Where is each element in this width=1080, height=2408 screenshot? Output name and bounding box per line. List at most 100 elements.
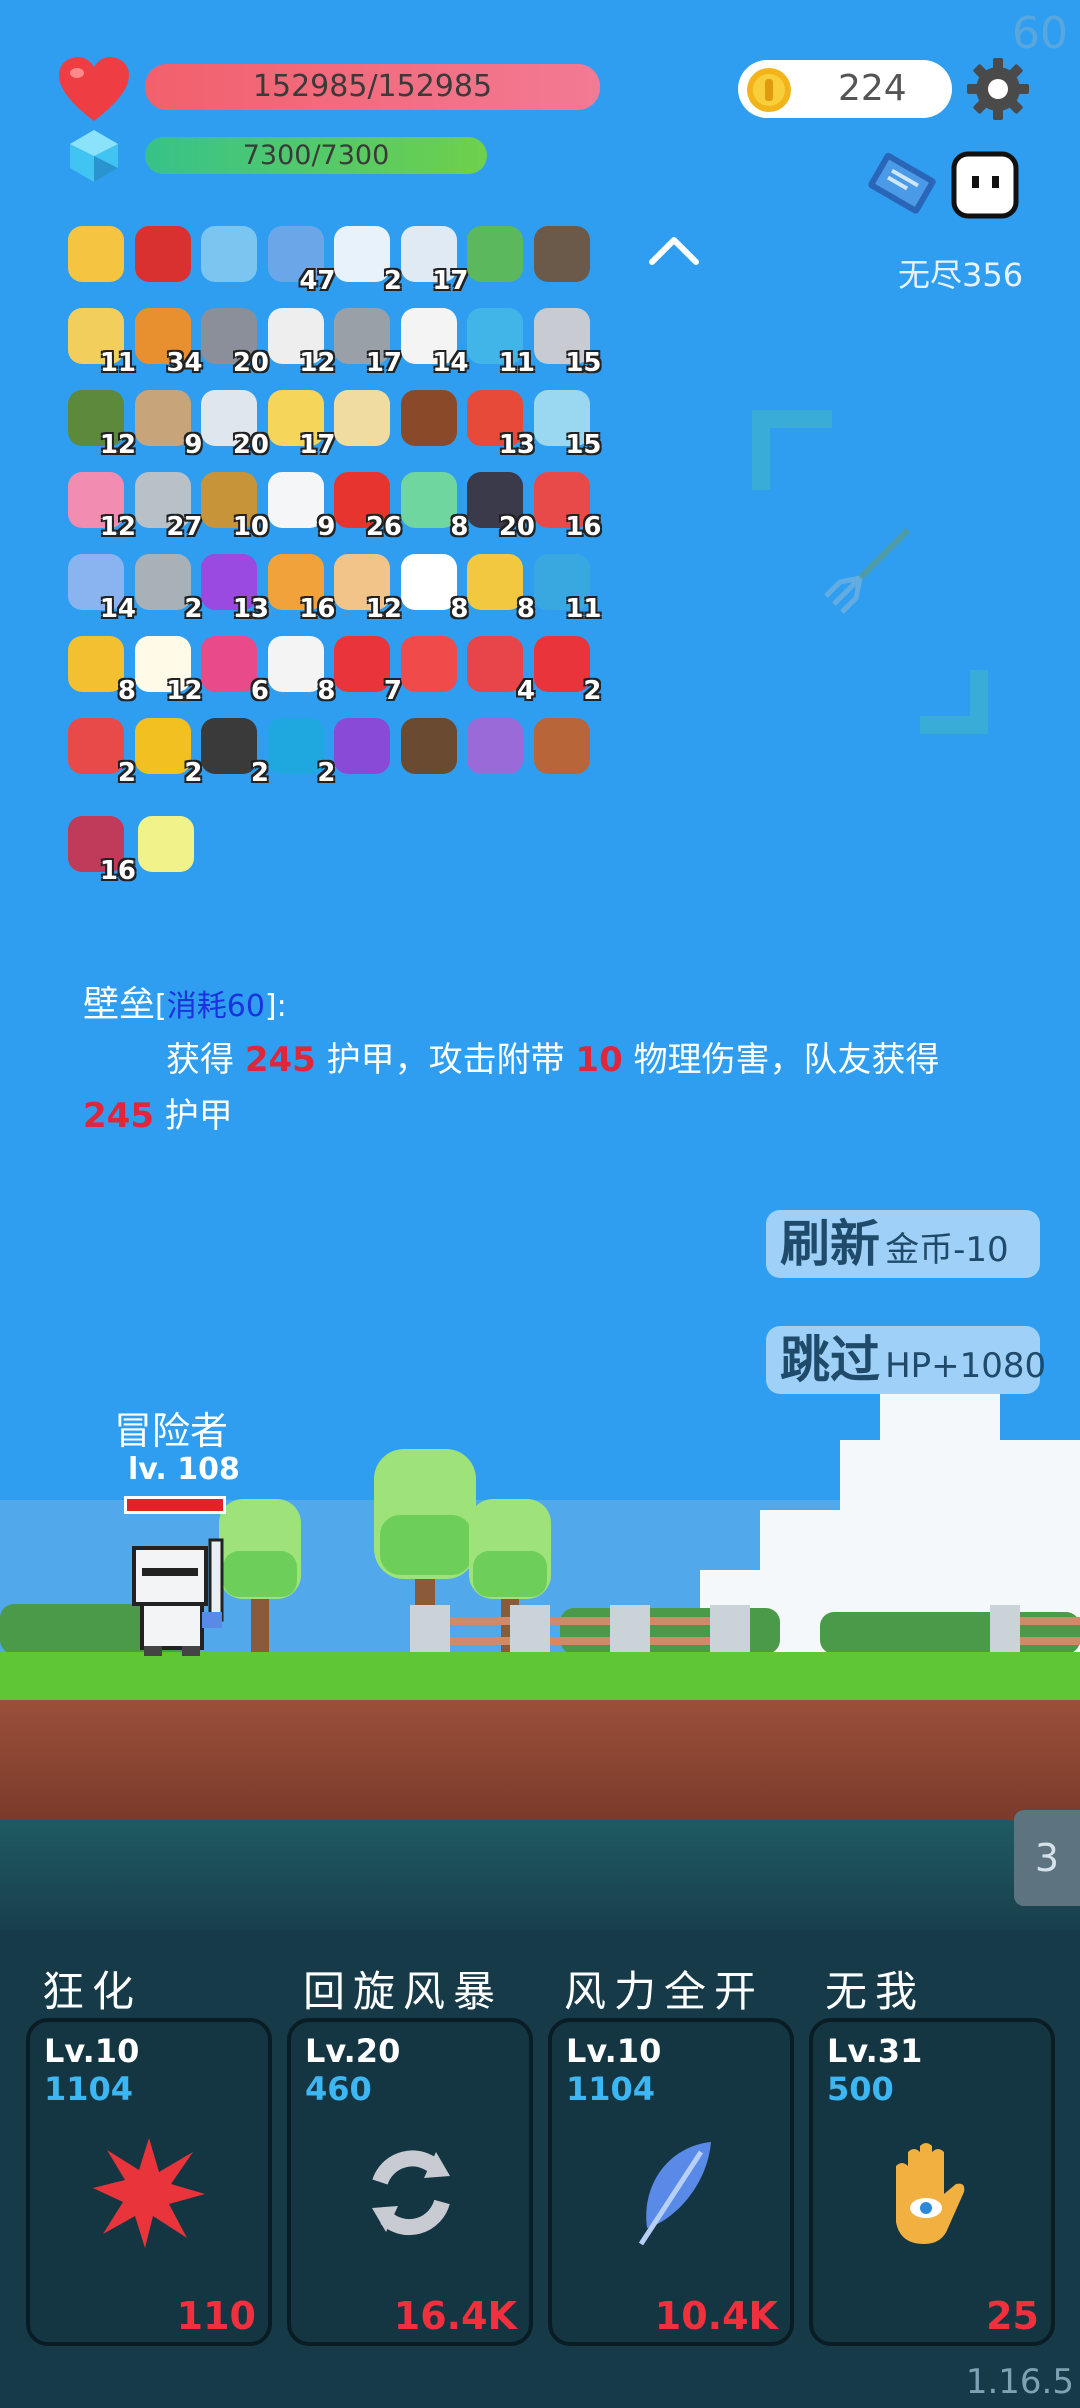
inventory-item[interactable]: 2	[64, 714, 136, 788]
splat-icon	[89, 2132, 209, 2252]
skill-card[interactable]: Lv.20 460 16.4K	[287, 2018, 533, 2346]
inventory-item[interactable]: 10	[197, 468, 269, 542]
knight-hero[interactable]	[124, 1530, 244, 1658]
hp-text: 152985/152985	[252, 69, 493, 104]
inventory-item[interactable]: 8	[64, 632, 136, 706]
inventory-item[interactable]: 27	[131, 468, 203, 542]
envelope-icon	[267, 472, 324, 528]
inventory-item[interactable]: 47	[264, 222, 336, 296]
heart-icon	[400, 636, 457, 692]
inventory-item[interactable]: 15	[530, 304, 602, 378]
inventory-item[interactable]: 14	[397, 304, 469, 378]
skill-damage: 110	[176, 2294, 256, 2338]
treasure-box-icon	[334, 718, 390, 774]
inventory-item[interactable]: 4	[463, 632, 535, 706]
inventory-item[interactable]: 7	[330, 632, 402, 706]
inventory-item[interactable]: 20	[197, 386, 269, 460]
inventory-item[interactable]: 16	[264, 550, 336, 624]
skill-level: Lv.20	[305, 2032, 401, 2070]
mana-crystal-icon	[66, 128, 122, 184]
inventory-item[interactable]: 12	[264, 304, 336, 378]
money-heart-icon	[467, 226, 523, 282]
inventory-item[interactable]	[463, 222, 529, 288]
inventory-item[interactable]: 8	[264, 632, 336, 706]
inventory-item[interactable]: 6	[197, 632, 269, 706]
inventory-item[interactable]	[463, 714, 529, 780]
target-bracket-bottom	[920, 670, 988, 734]
skip-label: 跳过	[780, 1331, 880, 1389]
inventory-item[interactable]: 16	[530, 468, 602, 542]
inventory-item[interactable]: 8	[397, 468, 469, 542]
magnet-icon	[134, 226, 191, 282]
inventory-item[interactable]: 2	[530, 632, 602, 706]
inventory-item[interactable]: 20	[197, 304, 269, 378]
inventory-item[interactable]	[330, 386, 396, 452]
gem-icon	[267, 718, 324, 774]
inventory-item[interactable]: 17	[264, 386, 336, 460]
sun-icon	[68, 226, 124, 282]
inventory-item[interactable]: 2	[264, 714, 336, 788]
inventory-item[interactable]	[197, 222, 263, 288]
inventory-item[interactable]: 11	[530, 550, 602, 624]
inventory-item[interactable]: 15	[530, 386, 602, 460]
item-count: 2	[583, 676, 602, 706]
inventory-item[interactable]	[64, 222, 130, 288]
ghost-pet-icon[interactable]	[948, 148, 1022, 222]
inventory-item[interactable]: 34	[131, 304, 203, 378]
inventory-item[interactable]	[131, 222, 197, 288]
cauldron-icon	[201, 718, 257, 774]
item-count: 16	[99, 856, 136, 886]
skill-cost: 460	[305, 2070, 372, 2108]
inventory-item[interactable]: 2	[131, 550, 203, 624]
mp-text: 7300/7300	[242, 140, 390, 171]
inventory-item[interactable]: 13	[463, 386, 535, 460]
inventory-item[interactable]: 11	[64, 304, 136, 378]
hero-level: lv. 108	[128, 1452, 240, 1487]
inventory-grid	[0, 0, 1, 1]
inventory-item[interactable]	[134, 812, 200, 878]
skill-level: Lv.10	[566, 2032, 662, 2070]
skill-desc-title: 壁垒[消耗60]:	[83, 975, 287, 1027]
skip-button[interactable]: 跳过 HP+1080	[766, 1326, 1046, 1394]
wave-counter: 3	[1014, 1810, 1080, 1906]
inventory-item[interactable]: 26	[330, 468, 402, 542]
skill-damage: 16.4K	[393, 2294, 517, 2338]
skill-card[interactable]: Lv.10 1104 10.4K	[548, 2018, 794, 2346]
inventory-item[interactable]: 13	[197, 550, 269, 624]
inventory-item[interactable]: 8	[463, 550, 535, 624]
inventory-item[interactable]: 2	[330, 222, 402, 296]
inventory-item[interactable]	[397, 632, 463, 698]
inventory-item[interactable]: 2	[131, 714, 203, 788]
inventory-item[interactable]: 2	[197, 714, 269, 788]
refresh-button[interactable]: 刷新 金币-10	[766, 1210, 1040, 1278]
inventory-item[interactable]: 16	[64, 812, 136, 886]
inventory-item[interactable]: 12	[330, 550, 402, 624]
inventory-item[interactable]: 12	[64, 468, 136, 542]
green-ghost-icon	[400, 472, 457, 528]
watermelon-icon	[68, 718, 124, 774]
inventory-item[interactable]: 14	[64, 550, 136, 624]
chest-icon	[400, 390, 457, 446]
inventory-item[interactable]: 17	[397, 222, 469, 296]
inventory-item[interactable]: 9	[264, 468, 336, 542]
skill-book-icon[interactable]	[860, 145, 942, 225]
collapse-chevron-icon[interactable]	[646, 230, 702, 270]
inventory-item[interactable]	[330, 714, 396, 780]
inventory-item[interactable]: 11	[463, 304, 535, 378]
whirlwind-icon	[350, 2132, 470, 2252]
inventory-item[interactable]: 9	[131, 386, 203, 460]
skill-card[interactable]: Lv.31 500 25	[809, 2018, 1055, 2346]
inventory-item[interactable]	[530, 714, 596, 780]
mp-bar: 7300/7300	[145, 137, 487, 174]
settings-gear-icon[interactable]	[965, 56, 1031, 122]
inventory-item[interactable]	[530, 222, 596, 288]
inventory-item[interactable]: 12	[131, 632, 203, 706]
inventory-item[interactable]: 8	[397, 550, 469, 624]
inventory-item[interactable]: 20	[463, 468, 535, 542]
skill-card[interactable]: Lv.10 1104 110	[26, 2018, 272, 2346]
inventory-item[interactable]: 17	[330, 304, 402, 378]
inventory-item[interactable]	[397, 714, 463, 780]
inventory-item[interactable]	[397, 386, 463, 452]
desc-text: 物理伤害，队友获得	[633, 1040, 940, 1080]
inventory-item[interactable]: 12	[64, 386, 136, 460]
